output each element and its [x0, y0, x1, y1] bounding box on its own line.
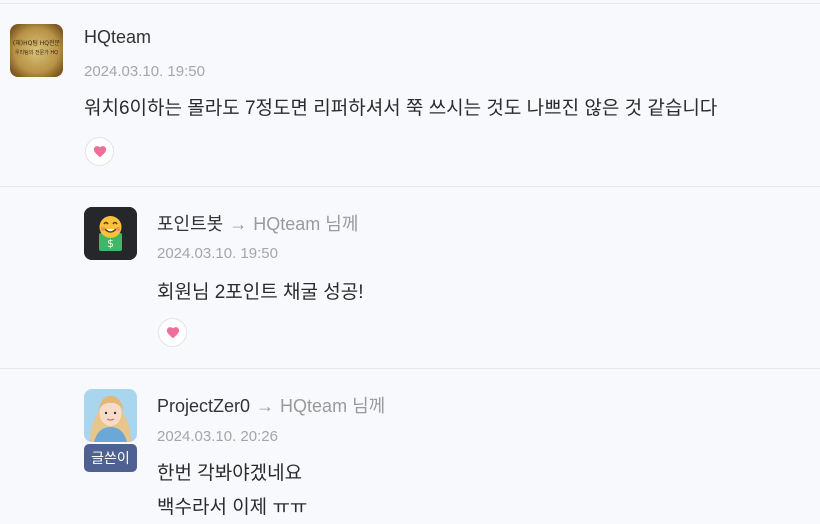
reply-target: HQteam	[253, 214, 321, 234]
reply-target: HQteam	[280, 396, 348, 416]
point-bot-smiley-money-icon: $	[84, 207, 137, 260]
comment-date: 2024.03.10. 19:50	[84, 63, 205, 80]
avatar-pointbot[interactable]: $	[84, 207, 137, 260]
comment-text: 회원님 2포인트 채굴 성공!	[157, 282, 364, 303]
logo-line-2: 우리팀의 전문가 HQ	[15, 49, 58, 56]
reply-suffix: 님께	[352, 396, 386, 416]
comment-text-line-1: 한번 각봐야겠네요	[157, 463, 303, 484]
avatar-hqteam[interactable]: (재)HQ팀 HQ전문 우리팀의 전문가 HQ	[10, 24, 63, 77]
author-badge: 글쓴이	[84, 444, 137, 472]
logo-line-1: (재)HQ팀 HQ전문	[13, 39, 61, 47]
comment-divider	[0, 368, 820, 369]
heart-icon	[93, 146, 106, 158]
heart-icon	[166, 327, 179, 339]
comment-text-line-2: 백수라서 이제 ㅠㅠ	[157, 497, 308, 518]
comment-text: 워치6이하는 몰라도 7정도면 리퍼하셔서 쭉 쓰시는 것도 나쁘진 않은 것 …	[84, 98, 718, 119]
reply-suffix: 님께	[325, 214, 359, 234]
hq-team-logo-icon: (재)HQ팀 HQ전문 우리팀의 전문가 HQ	[10, 24, 63, 77]
svg-text:$: $	[107, 237, 114, 250]
comment-date: 2024.03.10. 20:26	[157, 428, 278, 445]
comment-author[interactable]: ProjectZer0 → HQteam 님께	[157, 392, 385, 418]
like-button[interactable]	[158, 318, 187, 347]
comment-date: 2024.03.10. 19:50	[157, 245, 278, 262]
like-button[interactable]	[85, 137, 114, 166]
top-divider	[0, 3, 820, 4]
reply-arrow-icon: →	[256, 396, 275, 416]
comment-divider	[0, 186, 820, 187]
comment-author[interactable]: HQteam	[84, 27, 151, 48]
reply-arrow-icon: →	[229, 214, 248, 234]
avatar-projectzer0[interactable]	[84, 389, 137, 442]
user-photo-avatar-icon	[84, 389, 137, 442]
comment-author[interactable]: 포인트봇 → HQteam 님께	[157, 210, 358, 236]
